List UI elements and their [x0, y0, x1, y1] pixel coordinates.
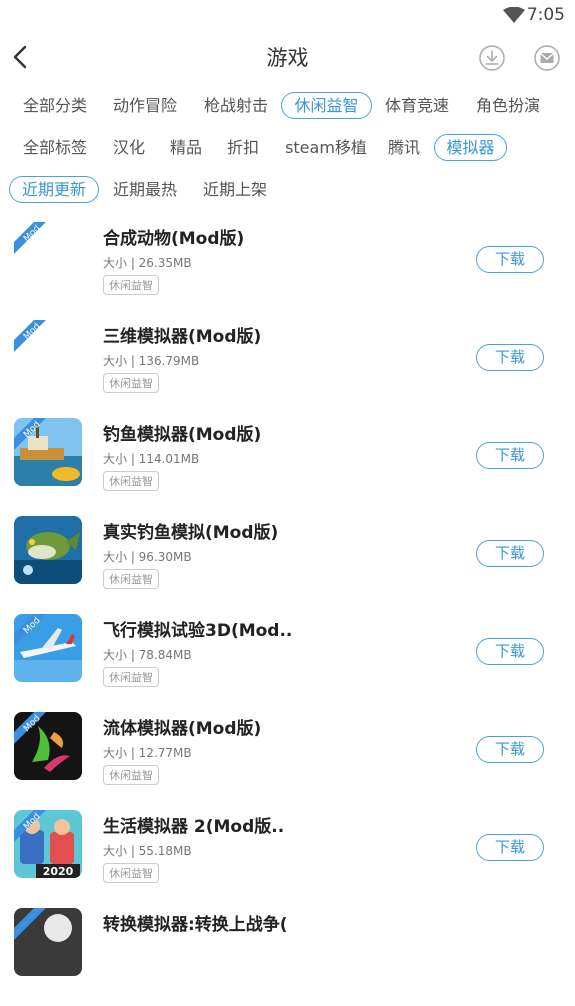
app-header: 游戏 [0, 30, 575, 86]
app-tag: 休闲益智 [103, 373, 159, 393]
tag-chip-emulator[interactable]: 模拟器 [434, 134, 507, 161]
sort-tabs: 近期更新 近期最热 近期上架 [9, 176, 575, 206]
app-icon[interactable]: Mod [14, 222, 82, 290]
app-size: 大小 | 26.35MB [103, 256, 192, 270]
category-filter-row: 全部分类 动作冒险 枪战射击 休闲益智 体育竞速 角色扮演 [10, 92, 575, 122]
app-list-item[interactable]: Mod 三维模拟器(Mod版) 大小 | 136.79MB 休闲益智 下载 [0, 320, 575, 418]
app-tag: 休闲益智 [103, 863, 159, 883]
tag-filter-row: 全部标签 汉化 精品 折扣 steam移植 腾讯 模拟器 [10, 134, 575, 164]
sort-tab-recent-listed[interactable]: 近期上架 [200, 176, 270, 204]
download-circle-icon[interactable] [478, 44, 506, 72]
app-size: 大小 | 55.18MB [103, 844, 192, 858]
category-chip-all[interactable]: 全部分类 [20, 92, 90, 120]
app-tag: 休闲益智 [103, 667, 159, 687]
icon-year-label: 2020 [43, 865, 74, 878]
category-chip-shooter[interactable]: 枪战射击 [201, 92, 271, 120]
app-tag: 休闲益智 [103, 569, 159, 589]
download-button[interactable]: 下载 [476, 540, 544, 567]
wifi-icon [503, 7, 525, 23]
app-icon[interactable]: Mod [14, 320, 82, 388]
tag-chip-premium[interactable]: 精品 [167, 134, 205, 162]
status-time: 7:05 [526, 5, 565, 25]
download-button[interactable]: 下载 [476, 344, 544, 371]
app-list-item[interactable]: Mod 合成动物(Mod版) 大小 | 26.35MB 休闲益智 下载 [0, 222, 575, 320]
tag-chip-steam-port[interactable]: steam移植 [282, 134, 370, 162]
category-chip-rpg[interactable]: 角色扮演 [473, 92, 543, 120]
app-name: 合成动物(Mod版) [103, 229, 245, 249]
download-button[interactable]: 下载 [476, 246, 544, 273]
status-bar: 7:05 [0, 0, 575, 30]
app-size: 大小 | 96.30MB [103, 550, 192, 564]
mail-circle-icon[interactable] [533, 44, 561, 72]
download-button[interactable]: 下载 [476, 638, 544, 665]
app-name: 钓鱼模拟器(Mod版) [103, 425, 262, 445]
tag-chip-all[interactable]: 全部标签 [20, 134, 90, 162]
app-size: 大小 | 12.77MB [103, 746, 192, 760]
app-size: 大小 | 136.79MB [103, 354, 200, 368]
fluid-app-icon[interactable]: Mod [14, 712, 82, 780]
app-size: 大小 | 78.84MB [103, 648, 192, 662]
app-list: Mod 合成动物(Mod版) 大小 | 26.35MB 休闲益智 下载 Mod … [0, 222, 575, 1006]
app-tag: 休闲益智 [103, 765, 159, 785]
tag-chip-discount[interactable]: 折扣 [224, 134, 262, 162]
app-name: 转换模拟器:转换上战争( [103, 915, 288, 935]
app-size: 大小 | 114.01MB [103, 452, 200, 466]
app-tag: 休闲益智 [103, 471, 159, 491]
category-chip-action[interactable]: 动作冒险 [110, 92, 180, 120]
app-list-item[interactable]: 真实钓鱼模拟(Mod版) 大小 | 96.30MB 休闲益智 下载 [0, 516, 575, 614]
tag-chip-chinese[interactable]: 汉化 [110, 134, 148, 162]
download-button[interactable]: 下载 [476, 736, 544, 763]
app-list-item[interactable]: Mod 钓鱼模拟器(Mod版) 大小 | 114.01MB 休闲益智 下载 [0, 418, 575, 516]
download-button[interactable]: 下载 [476, 834, 544, 861]
app-name: 生活模拟器 2(Mod版.. [103, 817, 285, 837]
sort-tab-recent-hot[interactable]: 近期最热 [110, 176, 180, 204]
fishing-boat-app-icon[interactable]: Mod [14, 418, 82, 486]
sort-tab-recent-update[interactable]: 近期更新 [9, 176, 99, 203]
app-list-item[interactable]: 转换模拟器:转换上战争( [0, 908, 575, 1006]
download-button[interactable]: 下载 [476, 442, 544, 469]
bass-fish-app-icon[interactable] [14, 516, 82, 584]
app-name: 飞行模拟试验3D(Mod.. [103, 621, 293, 641]
life-simulator-app-icon[interactable]: 2020 Mod [14, 810, 82, 878]
app-icon[interactable] [14, 908, 82, 976]
app-list-item[interactable]: Mod 流体模拟器(Mod版) 大小 | 12.77MB 休闲益智 下载 [0, 712, 575, 810]
app-list-item[interactable]: 2020 Mod 生活模拟器 2(Mod版.. 大小 | 55.18MB 休闲益… [0, 810, 575, 908]
app-name: 三维模拟器(Mod版) [103, 327, 262, 347]
app-tag: 休闲益智 [103, 275, 159, 295]
app-name: 流体模拟器(Mod版) [103, 719, 262, 739]
category-chip-sports-racing[interactable]: 体育竞速 [382, 92, 452, 120]
app-list-item[interactable]: Mod 飞行模拟试验3D(Mod.. 大小 | 78.84MB 休闲益智 下载 [0, 614, 575, 712]
category-chip-casual-puzzle[interactable]: 休闲益智 [281, 92, 372, 119]
app-name: 真实钓鱼模拟(Mod版) [103, 523, 279, 543]
tag-chip-tencent[interactable]: 腾讯 [385, 134, 423, 162]
airplane-app-icon[interactable]: Mod [14, 614, 82, 682]
